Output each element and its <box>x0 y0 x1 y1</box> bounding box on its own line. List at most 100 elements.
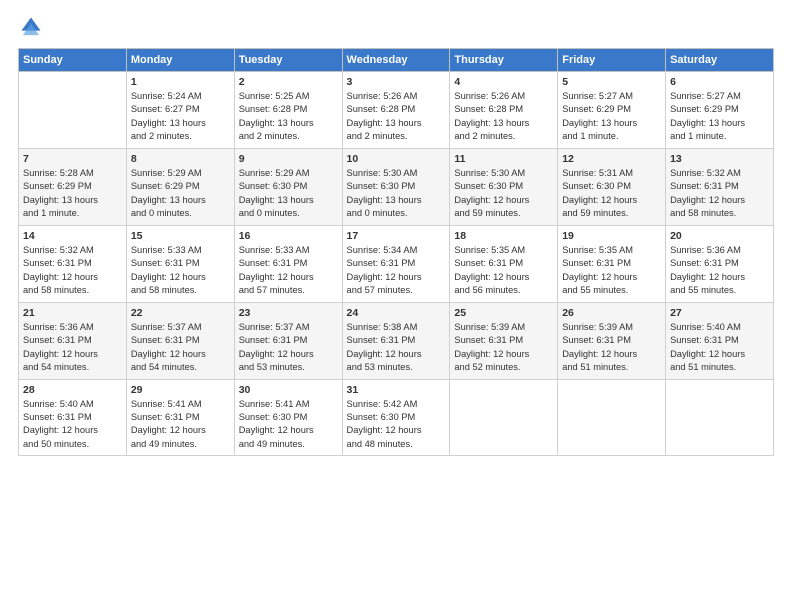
day-cell: 29 Sunrise: 5:41 AMSunset: 6:31 PMDayligh… <box>126 379 234 456</box>
day-cell: 13 Sunrise: 5:32 AMSunset: 6:31 PMDayligh… <box>666 148 774 225</box>
logo-icon <box>20 16 42 38</box>
day-number: 9 <box>239 153 338 165</box>
day-number: 5 <box>562 76 661 88</box>
day-number: 1 <box>131 76 230 88</box>
day-number: 25 <box>454 307 553 319</box>
day-number: 22 <box>131 307 230 319</box>
day-cell: 23 Sunrise: 5:37 AMSunset: 6:31 PMDayligh… <box>234 302 342 379</box>
logo <box>18 16 46 38</box>
day-info: Sunrise: 5:27 AMSunset: 6:29 PMDaylight:… <box>670 90 769 144</box>
day-number: 4 <box>454 76 553 88</box>
day-cell: 24Sunrise: 5:38 AMSunset: 6:31 PMDayligh… <box>342 302 450 379</box>
day-info: Sunrise: 5:31 AMSunset: 6:30 PMDaylight:… <box>562 167 661 221</box>
day-number: 12 <box>562 153 661 165</box>
day-number: 23 <box>239 307 338 319</box>
day-info: Sunrise: 5:35 AMSunset: 6:31 PMDaylight:… <box>562 244 661 298</box>
day-info: Sunrise: 5:25 AMSunset: 6:28 PMDaylight:… <box>239 90 338 144</box>
day-number: 3 <box>347 76 446 88</box>
week-row-1: 1Sunrise: 5:24 AMSunset: 6:27 PMDaylight… <box>19 72 774 149</box>
day-info: Sunrise: 5:26 AMSunset: 6:28 PMDaylight:… <box>347 90 446 144</box>
day-info: Sunrise: 5:39 AMSunset: 6:31 PMDaylight:… <box>454 321 553 375</box>
day-number: 31 <box>347 384 446 396</box>
day-cell: 3 Sunrise: 5:26 AMSunset: 6:28 PMDaylight… <box>342 72 450 149</box>
day-cell: 4 Sunrise: 5:26 AMSunset: 6:28 PMDaylight… <box>450 72 558 149</box>
day-cell: 11 Sunrise: 5:30 AMSunset: 6:30 PMDayligh… <box>450 148 558 225</box>
day-info: Sunrise: 5:33 AMSunset: 6:31 PMDaylight:… <box>239 244 338 298</box>
column-header-thursday: Thursday <box>450 49 558 72</box>
day-cell: 14 Sunrise: 5:32 AMSunset: 6:31 PMDayligh… <box>19 225 127 302</box>
day-info: Sunrise: 5:30 AMSunset: 6:30 PMDaylight:… <box>454 167 553 221</box>
day-info: Sunrise: 5:28 AMSunset: 6:29 PMDaylight:… <box>23 167 122 221</box>
day-cell: 27Sunrise: 5:40 AMSunset: 6:31 PMDayligh… <box>666 302 774 379</box>
day-cell: 12 Sunrise: 5:31 AMSunset: 6:30 PMDayligh… <box>558 148 666 225</box>
header-row: SundayMondayTuesdayWednesdayThursdayFrid… <box>19 49 774 72</box>
day-cell <box>558 379 666 456</box>
day-info: Sunrise: 5:40 AMSunset: 6:31 PMDaylight:… <box>670 321 769 375</box>
day-info: Sunrise: 5:34 AMSunset: 6:31 PMDaylight:… <box>347 244 446 298</box>
day-cell: 26Sunrise: 5:39 AMSunset: 6:31 PMDayligh… <box>558 302 666 379</box>
day-cell <box>450 379 558 456</box>
day-number: 21 <box>23 307 122 319</box>
day-info: Sunrise: 5:32 AMSunset: 6:31 PMDaylight:… <box>23 244 122 298</box>
week-row-5: 28 Sunrise: 5:40 AMSunset: 6:31 PMDayligh… <box>19 379 774 456</box>
day-number: 30 <box>239 384 338 396</box>
column-header-tuesday: Tuesday <box>234 49 342 72</box>
day-info: Sunrise: 5:38 AMSunset: 6:31 PMDaylight:… <box>347 321 446 375</box>
week-row-3: 14 Sunrise: 5:32 AMSunset: 6:31 PMDayligh… <box>19 225 774 302</box>
day-number: 14 <box>23 230 122 242</box>
day-cell: 21 Sunrise: 5:36 AMSunset: 6:31 PMDayligh… <box>19 302 127 379</box>
day-info: Sunrise: 5:29 AMSunset: 6:30 PMDaylight:… <box>239 167 338 221</box>
day-info: Sunrise: 5:41 AMSunset: 6:31 PMDaylight:… <box>131 398 230 452</box>
day-number: 20 <box>670 230 769 242</box>
day-cell <box>19 72 127 149</box>
day-info: Sunrise: 5:42 AMSunset: 6:30 PMDaylight:… <box>347 398 446 452</box>
day-number: 7 <box>23 153 122 165</box>
day-info: Sunrise: 5:29 AMSunset: 6:29 PMDaylight:… <box>131 167 230 221</box>
week-row-4: 21 Sunrise: 5:36 AMSunset: 6:31 PMDayligh… <box>19 302 774 379</box>
day-cell: 2 Sunrise: 5:25 AMSunset: 6:28 PMDaylight… <box>234 72 342 149</box>
day-cell: 15 Sunrise: 5:33 AMSunset: 6:31 PMDayligh… <box>126 225 234 302</box>
day-info: Sunrise: 5:26 AMSunset: 6:28 PMDaylight:… <box>454 90 553 144</box>
day-number: 29 <box>131 384 230 396</box>
day-info: Sunrise: 5:33 AMSunset: 6:31 PMDaylight:… <box>131 244 230 298</box>
day-cell: 9 Sunrise: 5:29 AMSunset: 6:30 PMDaylight… <box>234 148 342 225</box>
day-cell: 8 Sunrise: 5:29 AMSunset: 6:29 PMDaylight… <box>126 148 234 225</box>
day-cell: 16 Sunrise: 5:33 AMSunset: 6:31 PMDayligh… <box>234 225 342 302</box>
day-info: Sunrise: 5:35 AMSunset: 6:31 PMDaylight:… <box>454 244 553 298</box>
column-header-sunday: Sunday <box>19 49 127 72</box>
column-header-friday: Friday <box>558 49 666 72</box>
column-header-monday: Monday <box>126 49 234 72</box>
day-cell <box>666 379 774 456</box>
day-info: Sunrise: 5:36 AMSunset: 6:31 PMDaylight:… <box>670 244 769 298</box>
week-row-2: 7 Sunrise: 5:28 AMSunset: 6:29 PMDaylight… <box>19 148 774 225</box>
day-cell: 18 Sunrise: 5:35 AMSunset: 6:31 PMDayligh… <box>450 225 558 302</box>
day-info: Sunrise: 5:37 AMSunset: 6:31 PMDaylight:… <box>239 321 338 375</box>
day-number: 16 <box>239 230 338 242</box>
calendar-table: SundayMondayTuesdayWednesdayThursdayFrid… <box>18 48 774 456</box>
day-info: Sunrise: 5:37 AMSunset: 6:31 PMDaylight:… <box>131 321 230 375</box>
day-number: 2 <box>239 76 338 88</box>
day-cell: 19 Sunrise: 5:35 AMSunset: 6:31 PMDayligh… <box>558 225 666 302</box>
day-cell: 31 Sunrise: 5:42 AMSunset: 6:30 PMDayligh… <box>342 379 450 456</box>
day-number: 28 <box>23 384 122 396</box>
day-number: 19 <box>562 230 661 242</box>
day-number: 17 <box>347 230 446 242</box>
day-info: Sunrise: 5:41 AMSunset: 6:30 PMDaylight:… <box>239 398 338 452</box>
column-header-wednesday: Wednesday <box>342 49 450 72</box>
day-cell: 10Sunrise: 5:30 AMSunset: 6:30 PMDayligh… <box>342 148 450 225</box>
day-number: 6 <box>670 76 769 88</box>
day-info: Sunrise: 5:27 AMSunset: 6:29 PMDaylight:… <box>562 90 661 144</box>
day-cell: 1Sunrise: 5:24 AMSunset: 6:27 PMDaylight… <box>126 72 234 149</box>
day-cell: 20 Sunrise: 5:36 AMSunset: 6:31 PMDayligh… <box>666 225 774 302</box>
page: SundayMondayTuesdayWednesdayThursdayFrid… <box>0 0 792 612</box>
day-number: 18 <box>454 230 553 242</box>
header <box>18 16 774 38</box>
day-info: Sunrise: 5:32 AMSunset: 6:31 PMDaylight:… <box>670 167 769 221</box>
day-number: 8 <box>131 153 230 165</box>
day-info: Sunrise: 5:40 AMSunset: 6:31 PMDaylight:… <box>23 398 122 452</box>
day-info: Sunrise: 5:36 AMSunset: 6:31 PMDaylight:… <box>23 321 122 375</box>
day-number: 13 <box>670 153 769 165</box>
day-number: 11 <box>454 153 553 165</box>
column-header-saturday: Saturday <box>666 49 774 72</box>
day-number: 15 <box>131 230 230 242</box>
